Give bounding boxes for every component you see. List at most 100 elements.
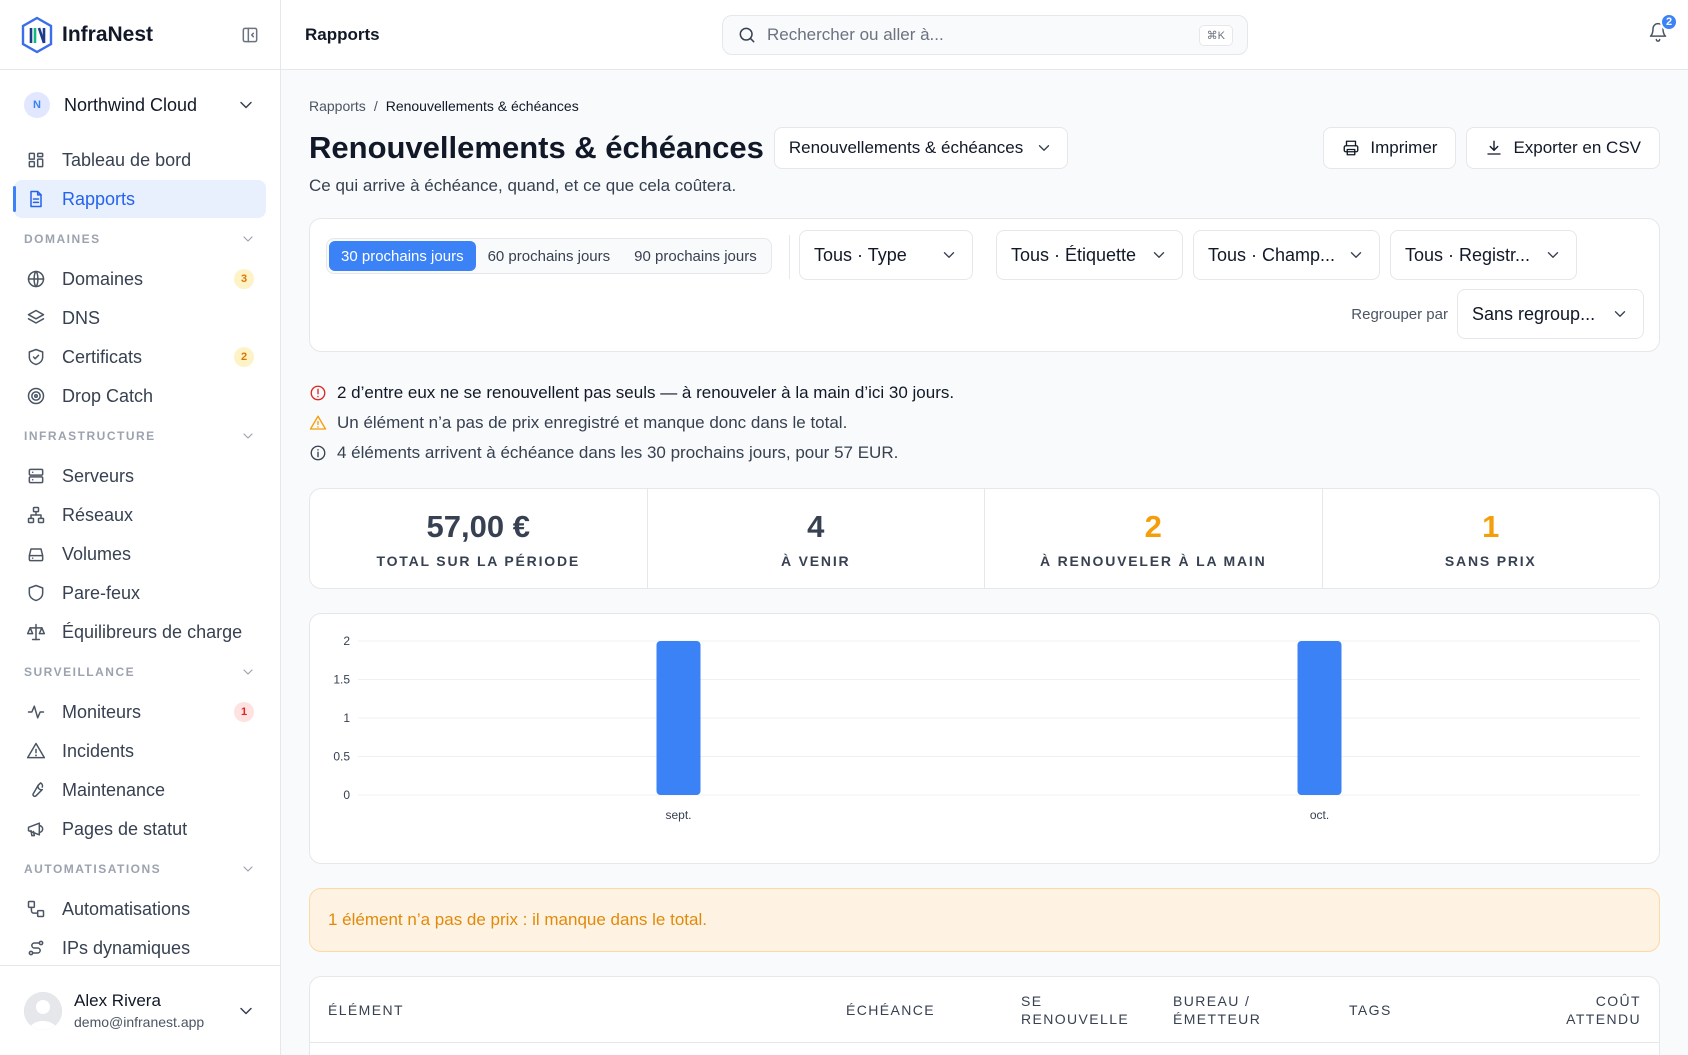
printer-icon	[1342, 139, 1360, 157]
count-badge: 3	[234, 269, 254, 289]
sidebar-item-serveurs[interactable]: Serveurs	[14, 457, 266, 495]
sidebar-item-certificats[interactable]: Certificats 2	[14, 338, 266, 376]
column-header-element[interactable]: ÉLÉMENT	[328, 1000, 404, 1018]
y-tick-label: 1.5	[333, 673, 350, 687]
sidebar-item-domaines[interactable]: Domaines 3	[14, 260, 266, 298]
column-header-due-date[interactable]: ÉCHÉANCE	[846, 1000, 935, 1018]
chevron-down-icon	[236, 1001, 256, 1021]
sidebar-nav: Tableau de bord Rapports DOMAINES Domaines 3…	[0, 141, 280, 967]
group-by-value: Sans regroup...	[1472, 303, 1596, 324]
stat-total-value: 57,00 €	[426, 508, 530, 544]
sidebar-item-label: Pages de statut	[62, 818, 188, 839]
sidebar-item-pare-feux[interactable]: Pare-feux	[14, 574, 266, 612]
stats-row: 57,00 € TOTAL SUR LA PÉRIODE 4 À VENIR 2…	[309, 488, 1660, 589]
sidebar-item-ips-dynamiques[interactable]: IPs dynamiques	[14, 929, 266, 967]
sidebar-item-maintenance[interactable]: Maintenance	[14, 771, 266, 809]
shield-icon	[26, 583, 46, 603]
stat-no-price-label: SANS PRIX	[1444, 552, 1537, 569]
avatar	[24, 991, 62, 1030]
user-name: Alex Rivera	[74, 991, 161, 1010]
sidebar-collapse-icon[interactable]	[240, 25, 260, 45]
bar-0[interactable]	[656, 641, 701, 795]
notifications-button[interactable]: 2	[1648, 13, 1678, 42]
notification-count-badge: 2	[1660, 13, 1678, 31]
sidebar-item-label: Certificats	[62, 346, 143, 367]
org-switcher[interactable]: N Northwind Cloud	[0, 70, 280, 140]
sidebar-item-dns[interactable]: DNS	[14, 299, 266, 337]
page-actions: Imprimer Exporter en CSV	[1323, 127, 1660, 169]
sidebar-section-header[interactable]: SURVEILLANCE	[0, 652, 280, 692]
column-header-auto-renew[interactable]: SE RENOUVELLE	[1021, 991, 1129, 1027]
megaphone-icon	[26, 819, 46, 839]
sidebar-section-title: INFRASTRUCTURE	[24, 429, 156, 443]
sidebar-item-incidents[interactable]: Incidents	[14, 732, 266, 770]
renewals-bar-chart: 0 0.5 1 1.5 2 sept. oct.	[333, 634, 1640, 822]
stat-manual-label: À RENOUVELER À LA MAIN	[1039, 552, 1267, 569]
stat-total-label: TOTAL SUR LA PÉRIODE	[376, 552, 580, 569]
export-label: Exporter en CSV	[1513, 138, 1641, 157]
sidebar-item-quilibreurs-de-charge[interactable]: Équilibreurs de charge	[14, 613, 266, 651]
column-header-tags[interactable]: TAGS	[1349, 1000, 1392, 1018]
chevron-down-icon	[1611, 305, 1629, 323]
period-segmented-control: 30 prochains jours 60 prochains jours 90…	[326, 238, 772, 274]
sidebar-item-pages-de-statut[interactable]: Pages de statut	[14, 810, 266, 848]
sidebar-item-moniteurs[interactable]: Moniteurs 1	[14, 693, 266, 731]
brand: InfraNest	[0, 0, 280, 70]
group-by-select[interactable]: Sans regroup...	[1457, 289, 1644, 339]
activity-icon	[26, 702, 46, 722]
type-filter-value: Tous · Type	[814, 244, 907, 265]
stat-manual: 2 À RENOUVELER À LA MAIN	[985, 489, 1323, 588]
registrar-filter-select[interactable]: Tous · Registr...	[1390, 230, 1577, 280]
sidebar-item-label: Réseaux	[62, 504, 134, 525]
org-avatar: N	[24, 92, 50, 118]
bar-1[interactable]	[1297, 641, 1342, 795]
sidebar-section-header[interactable]: AUTOMATISATIONS	[0, 849, 280, 889]
period-option-90[interactable]: 90 prochains jours	[622, 241, 769, 271]
sidebar: InfraNest N Northwind Cloud Tableau de b…	[0, 0, 281, 1055]
x-tick-label: oct.	[1310, 808, 1329, 822]
user-menu[interactable]: Alex Rivera demo@infranest.app	[0, 965, 280, 1055]
dashboard-icon	[26, 150, 46, 170]
workflow-icon	[26, 899, 46, 919]
type-filter-select[interactable]: Tous · Type	[799, 230, 973, 280]
missing-price-notice-text: 1 élément n’a pas de prix : il manque da…	[328, 910, 707, 929]
print-button[interactable]: Imprimer	[1323, 127, 1457, 169]
breadcrumb-separator: /	[373, 98, 378, 114]
sidebar-section-header[interactable]: DOMAINES	[0, 219, 280, 259]
field-filter-select[interactable]: Tous · Champ...	[1193, 230, 1380, 280]
org-name: Northwind Cloud	[64, 94, 198, 115]
report-select[interactable]: Renouvellements & échéances	[773, 127, 1069, 169]
table-header: ÉLÉMENT ÉCHÉANCE SE RENOUVELLE BUREAU / …	[310, 977, 1659, 1043]
y-tick-label: 2	[343, 634, 350, 648]
column-header-expected-cost[interactable]: COÛT ATTENDU	[1566, 991, 1641, 1027]
alert-triangle-icon	[26, 741, 46, 761]
period-option-30[interactable]: 30 prochains jours	[329, 241, 476, 271]
sidebar-section-header[interactable]: INFRASTRUCTURE	[0, 416, 280, 456]
breadcrumb-current: Renouvellements & échéances	[385, 98, 579, 114]
sidebar-item-r-seaux[interactable]: Réseaux	[14, 496, 266, 534]
period-option-60[interactable]: 60 prochains jours	[476, 241, 623, 271]
column-header-registrar[interactable]: BUREAU / ÉMETTEUR	[1173, 991, 1261, 1027]
warning-triangle-icon	[309, 414, 327, 432]
page-header-title: Rapports	[305, 24, 380, 44]
sidebar-item-volumes[interactable]: Volumes	[14, 535, 266, 573]
sidebar-item-tableau-de-bord[interactable]: Tableau de bord	[14, 141, 266, 179]
sidebar-item-rapports[interactable]: Rapports	[13, 180, 266, 218]
chevron-down-icon	[240, 231, 256, 247]
breadcrumb-root-link[interactable]: Rapports	[309, 98, 366, 114]
stat-upcoming: 4 À VENIR	[648, 489, 985, 588]
sidebar-item-drop-catch[interactable]: Drop Catch	[14, 377, 266, 415]
drive-icon	[26, 544, 46, 564]
brand-name: InfraNest	[62, 22, 154, 46]
main-content: Rapports / Renouvellements & échéances R…	[309, 70, 1660, 1055]
sidebar-item-automatisations[interactable]: Automatisations	[14, 890, 266, 928]
infranest-logo-icon	[20, 16, 54, 54]
tag-filter-select[interactable]: Tous · Étiquette	[996, 230, 1183, 280]
wrench-icon	[26, 780, 46, 800]
tag-filter-value: Tous · Étiquette	[1011, 244, 1137, 265]
chevron-down-icon	[240, 428, 256, 444]
export-csv-button[interactable]: Exporter en CSV	[1466, 127, 1660, 169]
user-email: demo@infranest.app	[74, 1014, 205, 1030]
search-input[interactable]: Rechercher ou aller à... ⌘K	[722, 15, 1248, 55]
x-tick-label: sept.	[665, 808, 691, 822]
